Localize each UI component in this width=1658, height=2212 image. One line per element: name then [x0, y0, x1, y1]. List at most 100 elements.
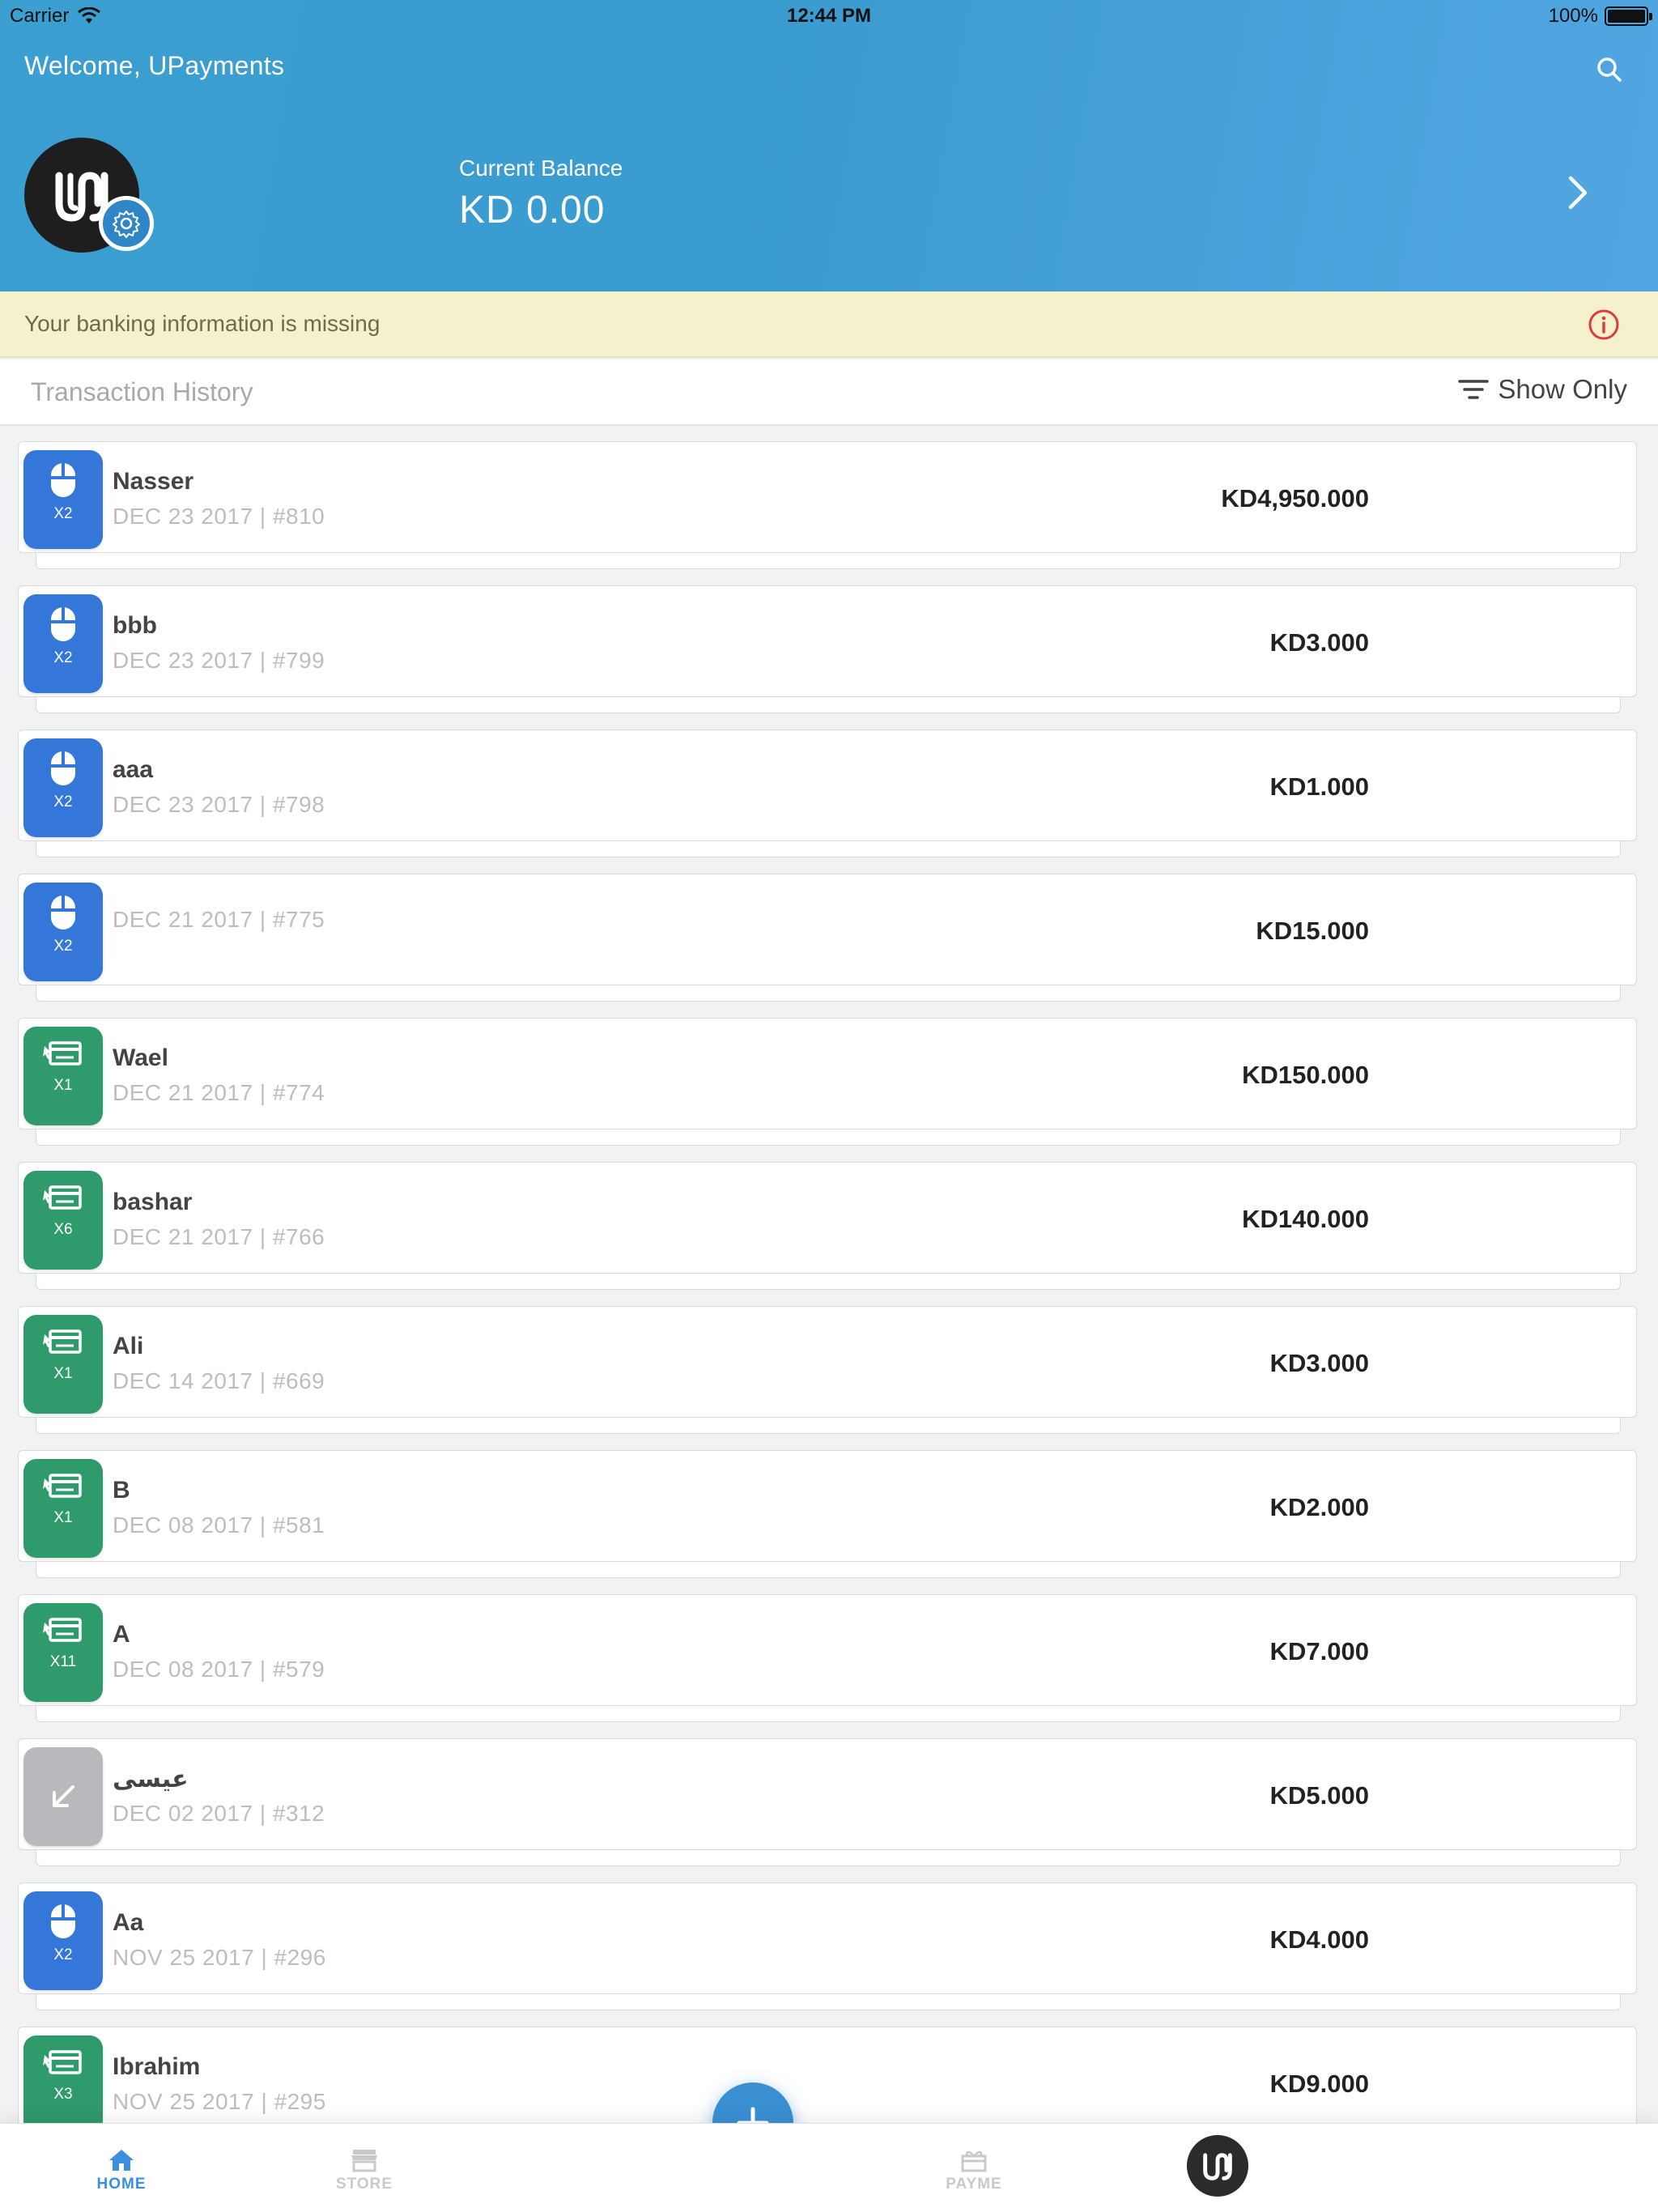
transaction-amount: KD4.000 — [1269, 1925, 1369, 1954]
transaction-row[interactable]: X2 bbb DEC 23 2017 | #799 KD3.000 — [0, 585, 1658, 730]
transaction-type-badge: X2 — [23, 450, 103, 549]
transaction-quantity: X2 — [53, 505, 73, 522]
arrow-down-left-icon — [53, 1785, 74, 1807]
transaction-type-badge: X2 — [23, 1891, 103, 1990]
upayments-logo-icon — [1203, 2153, 1232, 2180]
card-payment-icon — [43, 1041, 82, 1066]
gift-icon — [961, 2150, 987, 2172]
transaction-row[interactable]: X1 Wael DEC 21 2017 | #774 KD150.000 — [0, 1018, 1658, 1162]
transaction-type-badge: X1 — [23, 1459, 103, 1558]
transaction-card[interactable]: X1 B DEC 08 2017 | #581 KD2.000 — [18, 1450, 1637, 1562]
transaction-amount: KD140.000 — [1242, 1205, 1369, 1233]
transaction-date-id: NOV 25 2017 | #296 — [113, 1945, 326, 1970]
card-payment-icon — [43, 1474, 82, 1498]
transaction-date-id: DEC 08 2017 | #579 — [113, 1657, 325, 1682]
transaction-customer-name: Ibrahim — [113, 2053, 201, 2080]
transaction-row-shadow — [36, 1418, 1621, 1434]
transaction-card[interactable]: X1 Wael DEC 21 2017 | #774 KD150.000 — [18, 1018, 1637, 1129]
transaction-amount: KD4,950.000 — [1221, 484, 1369, 513]
transaction-amount: KD3.000 — [1269, 1349, 1369, 1377]
transaction-quantity: X3 — [53, 2086, 73, 2103]
transaction-date-id: DEC 21 2017 | #766 — [113, 1224, 325, 1249]
transaction-row[interactable]: X11 A DEC 08 2017 | #579 KD7.000 — [0, 1594, 1658, 1738]
transaction-amount: KD9.000 — [1269, 2069, 1369, 2098]
transaction-row[interactable]: X1 B DEC 08 2017 | #581 KD2.000 — [0, 1450, 1658, 1594]
balance-value: KD 0.00 — [459, 189, 606, 232]
transaction-type-badge — [23, 1747, 103, 1846]
transaction-card[interactable]: X2 bbb DEC 23 2017 | #799 KD3.000 — [18, 585, 1637, 697]
filter-icon — [1458, 380, 1490, 399]
transaction-card[interactable]: X2 Nasser DEC 23 2017 | #810 KD4,950.000 — [18, 441, 1637, 553]
header: Carrier 12:44 PM 100% Welcome, UPayments — [0, 0, 1658, 291]
tab-home-label: HOME — [96, 2176, 147, 2193]
tab-store[interactable]: STORE — [300, 2148, 429, 2193]
transaction-amount: KD7.000 — [1269, 1637, 1369, 1665]
transaction-quantity: X11 — [49, 1653, 77, 1670]
transaction-row[interactable]: X2 DEC 21 2017 | #775 KD15.000 — [0, 874, 1658, 1018]
mouse-icon — [51, 751, 75, 785]
home-icon — [109, 2150, 134, 2171]
transaction-card[interactable]: X1 Ali DEC 14 2017 | #669 KD3.000 — [18, 1306, 1637, 1418]
tab-store-label: STORE — [335, 2176, 393, 2193]
transaction-customer-name: bashar — [113, 1189, 193, 1215]
battery-percent: 100% — [1548, 5, 1598, 27]
status-right: 100% — [1548, 5, 1652, 28]
transaction-date-id: DEC 14 2017 | #669 — [113, 1368, 325, 1393]
transaction-row[interactable]: X2 aaa DEC 23 2017 | #798 KD1.000 — [0, 730, 1658, 874]
card-payment-icon — [43, 1329, 82, 1354]
warning-text: Your banking information is missing — [24, 311, 380, 336]
search-icon[interactable] — [1593, 53, 1626, 86]
transaction-date-id: DEC 23 2017 | #798 — [113, 792, 325, 817]
transaction-row[interactable]: عيسى DEC 02 2017 | #312 KD5.000 — [0, 1738, 1658, 1882]
transaction-card[interactable]: X2 aaa DEC 23 2017 | #798 KD1.000 — [18, 730, 1637, 841]
transaction-amount: KD5.000 — [1269, 1781, 1369, 1810]
transaction-card[interactable]: عيسى DEC 02 2017 | #312 KD5.000 — [18, 1738, 1637, 1850]
transaction-date-id: NOV 25 2017 | #295 — [113, 2089, 326, 2114]
mouse-icon — [51, 463, 75, 497]
profile-avatar[interactable] — [24, 138, 154, 253]
transaction-row-shadow — [36, 1994, 1621, 2010]
transaction-row-shadow — [36, 697, 1621, 713]
chevron-right-icon[interactable] — [1564, 170, 1593, 215]
transaction-row[interactable]: X2 Nasser DEC 23 2017 | #810 KD4,950.000 — [0, 441, 1658, 585]
tab-home[interactable]: HOME — [57, 2148, 186, 2193]
transaction-quantity: X2 — [53, 649, 73, 666]
profile-settings-button[interactable] — [99, 196, 154, 251]
transaction-card[interactable]: X6 bashar DEC 21 2017 | #766 KD140.000 — [18, 1162, 1637, 1274]
info-icon[interactable] — [1587, 308, 1621, 342]
transaction-customer-name: A — [113, 1621, 130, 1648]
welcome-title: Welcome, UPayments — [24, 51, 285, 80]
show-only-filter-button[interactable]: Show Only — [1457, 374, 1627, 405]
balance-label: Current Balance — [459, 155, 623, 181]
tab-profile[interactable] — [1187, 2135, 1248, 2197]
tab-payme[interactable]: PAYME — [909, 2148, 1039, 2193]
transaction-row[interactable]: X2 Aa NOV 25 2017 | #296 KD4.000 — [0, 1882, 1658, 2027]
transaction-card[interactable]: X11 A DEC 08 2017 | #579 KD7.000 — [18, 1594, 1637, 1706]
filter-label: Show Only — [1498, 374, 1627, 404]
transaction-amount: KD150.000 — [1242, 1061, 1369, 1089]
mouse-icon — [51, 1904, 75, 1938]
transaction-amount: KD3.000 — [1269, 628, 1369, 657]
tab-bar: HOME STORE PAYME — [0, 2123, 1658, 2212]
transaction-date-id: DEC 21 2017 | #775 — [113, 907, 325, 932]
transaction-card[interactable]: X2 Aa NOV 25 2017 | #296 KD4.000 — [18, 1882, 1637, 1994]
card-payment-icon — [43, 1618, 82, 1642]
transaction-date-id: DEC 21 2017 | #774 — [113, 1080, 325, 1105]
transaction-type-badge: X1 — [23, 1027, 103, 1125]
section-title: Transaction History — [31, 377, 253, 406]
battery-icon — [1605, 6, 1652, 26]
transaction-customer-name: Wael — [113, 1044, 168, 1071]
banking-warning-banner[interactable]: Your banking information is missing — [0, 291, 1658, 358]
transaction-row[interactable]: X6 bashar DEC 21 2017 | #766 KD140.000 — [0, 1162, 1658, 1306]
transaction-amount: KD15.000 — [1256, 917, 1369, 945]
transaction-date-id: DEC 02 2017 | #312 — [113, 1801, 325, 1826]
transaction-type-badge: X11 — [23, 1603, 103, 1702]
transaction-card[interactable]: X2 DEC 21 2017 | #775 KD15.000 — [18, 874, 1637, 985]
transaction-row[interactable]: X1 Ali DEC 14 2017 | #669 KD3.000 — [0, 1306, 1658, 1450]
transaction-history-header: Transaction History Show Only — [0, 359, 1658, 426]
transaction-type-badge: X2 — [23, 883, 103, 981]
transaction-quantity: X6 — [53, 1221, 73, 1238]
transaction-type-badge: X1 — [23, 1315, 103, 1414]
transaction-card[interactable]: X3 Ibrahim NOV 25 2017 | #295 KD9.000 — [18, 2027, 1637, 2138]
transaction-quantity: X1 — [53, 1509, 73, 1526]
